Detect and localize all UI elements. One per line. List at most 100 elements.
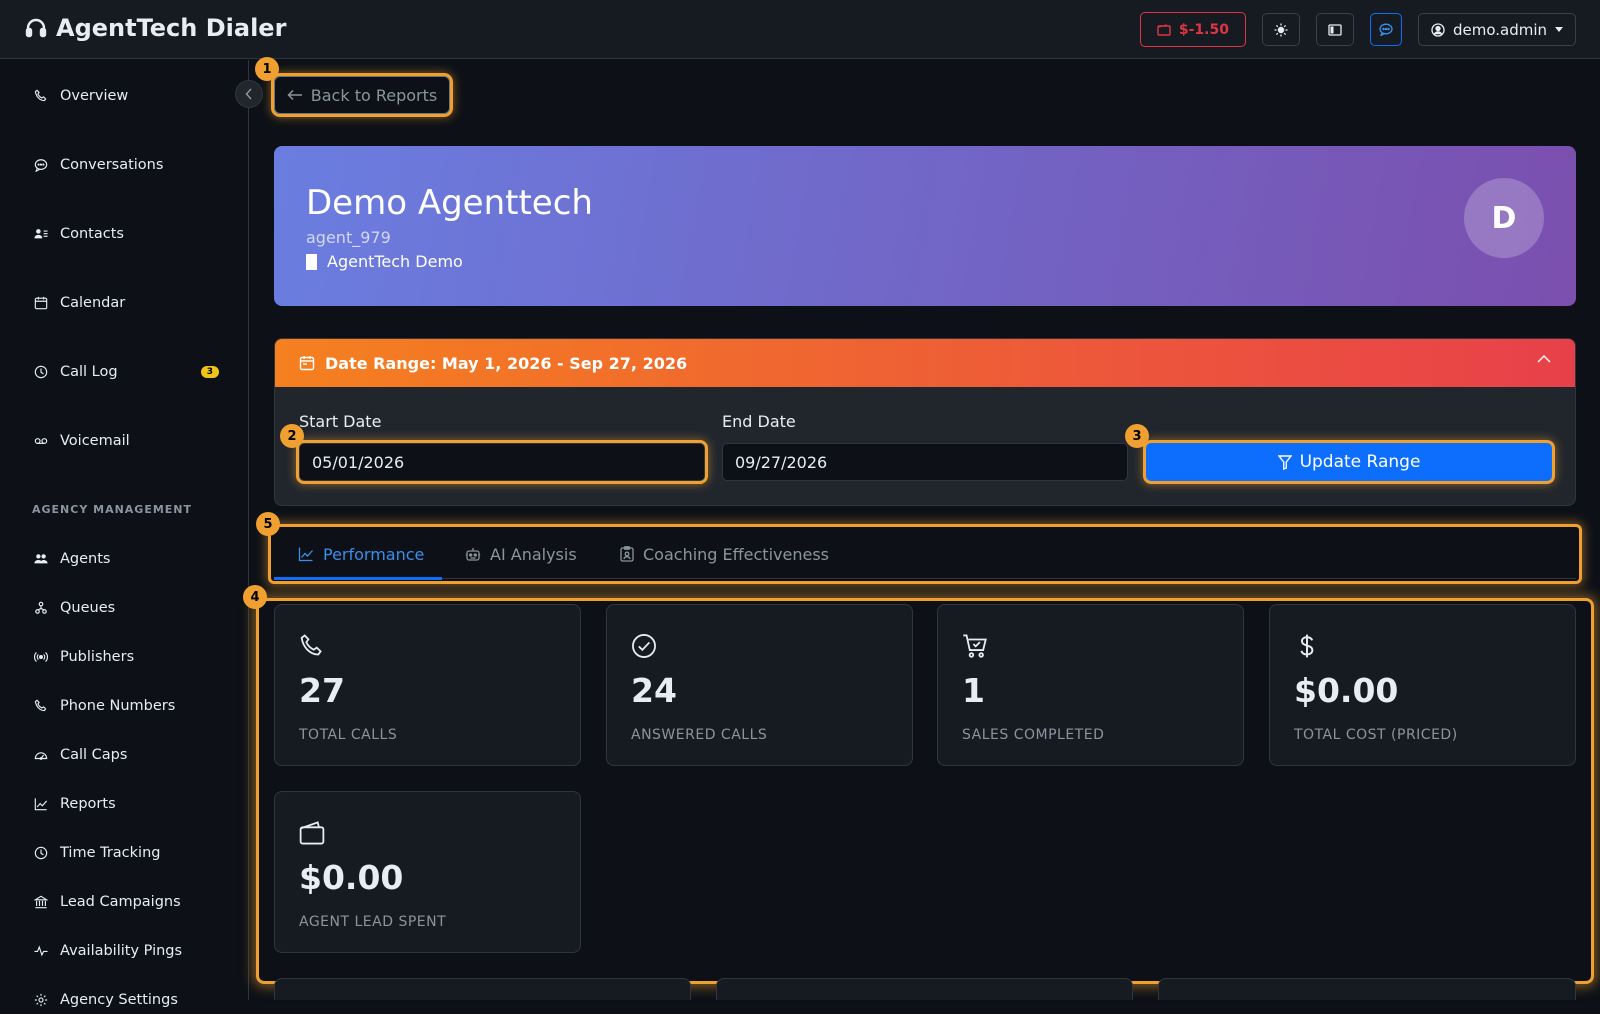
sidebar-item-label: Availability Pings bbox=[60, 943, 183, 959]
sidebar-item-contacts[interactable]: Contacts bbox=[34, 220, 219, 248]
sidebar-collapse-button[interactable] bbox=[235, 80, 263, 108]
dollar-icon bbox=[1300, 634, 1314, 658]
sidebar-item-label: Voicemail bbox=[60, 433, 130, 449]
chat-icon bbox=[1379, 23, 1393, 36]
date-range-title: Date Range: May 1, 2026 - Sep 27, 2026 bbox=[325, 353, 688, 373]
funnel-icon bbox=[1277, 454, 1292, 470]
calendar-range-icon bbox=[299, 356, 315, 371]
stat-card-agent-lead-spent: $0.00 AGENT LEAD SPENT bbox=[274, 791, 581, 953]
date-range-header[interactable]: Date Range: May 1, 2026 - Sep 27, 2026 bbox=[275, 339, 1575, 387]
sidebar-section-title: AGENCY MANAGEMENT bbox=[32, 503, 193, 516]
back-button-label: Back to Reports bbox=[310, 85, 438, 105]
avatar: D bbox=[1464, 178, 1544, 258]
calendar-icon[interactable] bbox=[678, 455, 692, 469]
graph-up-icon bbox=[34, 798, 48, 811]
end-date-input[interactable]: 09/27/2026 bbox=[722, 443, 1128, 481]
stat-value: $0.00 bbox=[299, 858, 404, 897]
sidebar-item-label: Agents bbox=[60, 551, 111, 567]
chart-card-partial bbox=[716, 978, 1133, 1000]
activity-icon bbox=[34, 945, 48, 957]
phone-icon bbox=[300, 634, 322, 656]
chat-button[interactable] bbox=[1369, 13, 1402, 46]
sidebar-item-time-tracking[interactable]: Time Tracking bbox=[34, 839, 219, 867]
sidebar-item-label: Contacts bbox=[60, 226, 124, 242]
sidebar: Overview Conversations Contacts Calendar… bbox=[0, 60, 249, 1008]
tabs-highlight bbox=[268, 524, 1582, 584]
sidebar-item-conversations[interactable]: Conversations bbox=[34, 151, 219, 179]
sidebar-item-label: Time Tracking bbox=[60, 845, 161, 861]
stat-card-total-calls: 27 TOTAL CALLS bbox=[274, 604, 581, 766]
sidebar-item-agents[interactable]: Agents bbox=[34, 545, 219, 573]
calendar-icon bbox=[34, 296, 48, 310]
stat-label: AGENT LEAD SPENT bbox=[299, 914, 447, 930]
sidebar-item-label: Reports bbox=[60, 796, 116, 812]
end-date-label: End Date bbox=[722, 412, 796, 431]
phone-icon bbox=[34, 89, 47, 102]
stat-value: 24 bbox=[631, 671, 677, 710]
clock-icon bbox=[34, 846, 48, 860]
app-brand[interactable]: AgentTech Dialer bbox=[24, 14, 286, 42]
layout-toggle-button[interactable] bbox=[1315, 13, 1354, 46]
sidebar-item-label: Conversations bbox=[60, 157, 164, 173]
clock-icon bbox=[34, 365, 48, 379]
sidebar-layout-icon bbox=[1328, 23, 1342, 36]
call-log-badge: 3 bbox=[200, 366, 219, 378]
top-navbar: AgentTech Dialer $-1.50 demo.admin bbox=[0, 0, 1600, 59]
sidebar-item-call-log[interactable]: Call Log 3 bbox=[34, 358, 219, 386]
app-title: AgentTech Dialer bbox=[56, 14, 287, 42]
caret-down-icon bbox=[1555, 27, 1563, 32]
speedometer-icon bbox=[34, 752, 48, 760]
sidebar-item-label: Overview bbox=[60, 88, 129, 104]
agent-name: Demo Agenttech bbox=[306, 183, 593, 223]
update-range-label: Update Range bbox=[1299, 452, 1421, 472]
sidebar-item-label: Call Caps bbox=[60, 747, 128, 763]
sidebar-item-label: Call Log bbox=[60, 364, 118, 380]
stat-label: TOTAL CALLS bbox=[299, 727, 398, 743]
organization-name: AgentTech Demo bbox=[327, 252, 463, 271]
stat-label: SALES COMPLETED bbox=[962, 727, 1105, 743]
sidebar-item-availability-pings[interactable]: Availability Pings bbox=[34, 937, 219, 965]
sidebar-item-agency-settings[interactable]: Agency Settings bbox=[34, 986, 219, 1014]
sidebar-item-label: Lead Campaigns bbox=[60, 894, 181, 910]
start-date-input[interactable]: 05/01/2026 bbox=[299, 443, 705, 481]
balance-amount: $-1.50 bbox=[1178, 21, 1229, 38]
stat-card-total-cost: $0.00 TOTAL COST (PRICED) bbox=[1269, 604, 1576, 766]
agent-organization: AgentTech Demo bbox=[306, 252, 463, 271]
sidebar-item-call-caps[interactable]: Call Caps bbox=[34, 741, 219, 769]
stat-label: TOTAL COST (PRICED) bbox=[1294, 727, 1458, 743]
chevron-up-icon[interactable] bbox=[1537, 355, 1551, 363]
sidebar-item-reports[interactable]: Reports bbox=[34, 790, 219, 818]
wallet-icon bbox=[299, 821, 325, 845]
sidebar-item-phone-numbers[interactable]: Phone Numbers bbox=[34, 692, 219, 720]
user-name: demo.admin bbox=[1452, 20, 1547, 39]
phone-icon bbox=[34, 699, 47, 712]
sidebar-item-label: Agency Settings bbox=[60, 992, 178, 1008]
stat-value: 27 bbox=[299, 671, 345, 710]
chart-card-partial bbox=[1158, 978, 1576, 1000]
broadcast-icon bbox=[34, 652, 48, 662]
sidebar-item-label: Queues bbox=[60, 600, 116, 616]
update-range-button[interactable]: Update Range bbox=[1146, 443, 1552, 481]
sidebar-item-label: Calendar bbox=[60, 295, 126, 311]
theme-toggle-button[interactable] bbox=[1261, 13, 1300, 46]
calendar-icon[interactable] bbox=[1101, 455, 1115, 469]
arrow-left-icon bbox=[287, 89, 302, 101]
queue-icon bbox=[35, 601, 47, 614]
sidebar-item-queues[interactable]: Queues bbox=[34, 594, 219, 622]
sidebar-item-voicemail[interactable]: Voicemail bbox=[34, 427, 219, 455]
end-date-value: 09/27/2026 bbox=[735, 452, 828, 472]
annotation-marker-5: 5 bbox=[256, 512, 280, 536]
sidebar-item-calendar[interactable]: Calendar bbox=[34, 289, 219, 317]
back-to-reports-button[interactable]: Back to Reports bbox=[274, 76, 450, 114]
headset-icon bbox=[25, 18, 47, 38]
stat-card-sales-completed: 1 SALES COMPLETED bbox=[937, 604, 1244, 766]
sun-icon bbox=[1274, 23, 1288, 36]
user-menu-button[interactable]: demo.admin bbox=[1417, 13, 1576, 46]
sidebar-item-lead-campaigns[interactable]: Lead Campaigns bbox=[34, 888, 219, 916]
sidebar-item-publishers[interactable]: Publishers bbox=[34, 643, 219, 671]
stat-label: ANSWERED CALLS bbox=[631, 727, 768, 743]
sidebar-item-overview[interactable]: Overview bbox=[34, 82, 219, 110]
agent-id: agent_979 bbox=[306, 228, 391, 247]
voicemail-icon bbox=[34, 438, 48, 444]
balance-button[interactable]: $-1.50 bbox=[1139, 12, 1246, 47]
